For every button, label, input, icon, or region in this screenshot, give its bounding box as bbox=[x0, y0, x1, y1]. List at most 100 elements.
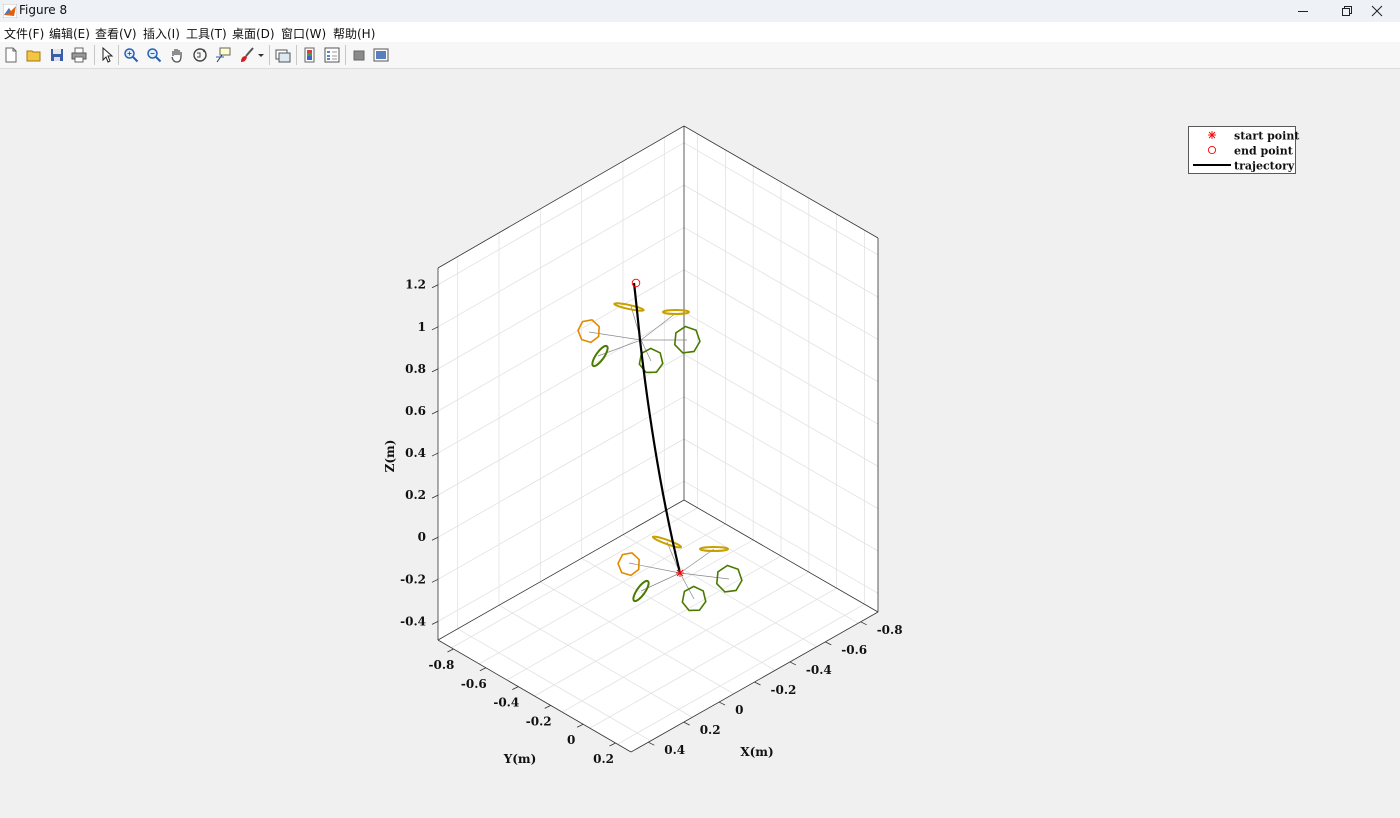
menu-help[interactable]: 帮助(H) bbox=[333, 25, 375, 42]
colorbar-button[interactable] bbox=[301, 46, 319, 64]
restore-icon bbox=[1342, 6, 1352, 16]
x-tick-mark bbox=[860, 621, 867, 626]
y-tick-mark bbox=[609, 742, 616, 747]
y-tick-label: -0.2 bbox=[526, 714, 552, 728]
x-tick-mark bbox=[718, 701, 726, 706]
brush-icon bbox=[241, 47, 254, 62]
z-tick-mark bbox=[431, 452, 439, 457]
hand-icon bbox=[171, 49, 182, 63]
z-tick-label: 0 bbox=[418, 530, 426, 544]
x-tick-label: 0.4 bbox=[664, 743, 685, 757]
brush-button[interactable] bbox=[238, 46, 256, 64]
printer-icon bbox=[71, 47, 87, 63]
legend-icon bbox=[324, 47, 340, 63]
legend-trajectory-label: trajectory bbox=[1234, 160, 1295, 173]
y-axis-label: Y(m) bbox=[503, 752, 537, 766]
new-figure-button[interactable] bbox=[2, 46, 20, 64]
menu-file[interactable]: 文件(F) bbox=[4, 25, 44, 42]
menu-view[interactable]: 查看(V) bbox=[95, 25, 137, 42]
zoom-in-button[interactable] bbox=[122, 46, 140, 64]
z-tick-mark bbox=[431, 284, 439, 289]
z-tick-label: 0.6 bbox=[405, 404, 426, 418]
y-tick-label: -0.8 bbox=[429, 658, 455, 672]
y-tick-label: 0 bbox=[567, 733, 575, 747]
show-plot-tools-button[interactable] bbox=[372, 46, 390, 64]
y-tick-label: -0.4 bbox=[493, 696, 519, 710]
menu-tools[interactable]: 工具(T) bbox=[186, 25, 227, 42]
legend-start-marker bbox=[1208, 131, 1216, 139]
legend[interactable]: start point end point trajectory bbox=[1188, 126, 1301, 174]
grid-layer bbox=[437, 126, 879, 752]
z-tick-label: -0.2 bbox=[400, 572, 426, 586]
close-button[interactable] bbox=[1354, 0, 1400, 22]
toolbar-separator bbox=[118, 45, 119, 65]
link-plot-button[interactable] bbox=[274, 46, 292, 64]
x-axis-label: X(m) bbox=[740, 745, 773, 759]
menu-bar: 文件(F) 编辑(E) 查看(V) 插入(I) 工具(T) 桌面(D) 窗口(W… bbox=[0, 22, 1400, 42]
toolbar-separator bbox=[94, 45, 95, 65]
save-button[interactable] bbox=[48, 46, 66, 64]
legend-end-label: end point bbox=[1234, 145, 1294, 158]
z-tick-mark bbox=[431, 578, 439, 583]
toolbar-separator bbox=[345, 45, 346, 65]
x-tick-mark bbox=[789, 661, 797, 666]
plot-3d[interactable]: -0.4 -0.2 0 0.2 0.4 0.6 0.8 1 1.2 -0.8 -0.6 -0.4 -0.… bbox=[0, 69, 1400, 814]
show-plot-tools-icon bbox=[373, 48, 389, 62]
x-tick-mark bbox=[683, 721, 690, 726]
toolbar-separator bbox=[296, 45, 297, 65]
y-tick-label: 0.2 bbox=[593, 752, 614, 766]
legend-start-label: start point bbox=[1234, 130, 1300, 143]
z-tick-mark bbox=[431, 621, 439, 625]
open-file-button[interactable] bbox=[25, 46, 43, 64]
minimize-button[interactable] bbox=[1280, 0, 1326, 22]
hide-plot-tools-icon bbox=[353, 50, 365, 61]
z-axis-label: Z(m) bbox=[383, 440, 397, 473]
pan-button[interactable] bbox=[168, 46, 186, 64]
title-bar: Figure 8 bbox=[0, 0, 1400, 22]
zoom-out-icon bbox=[147, 48, 162, 63]
x-tick-label: 0 bbox=[735, 703, 743, 717]
link-plot-icon bbox=[275, 49, 291, 63]
z-tick-label: 1.2 bbox=[405, 278, 426, 292]
brush-dropdown[interactable] bbox=[256, 46, 266, 64]
new-file-icon bbox=[5, 47, 17, 63]
close-icon bbox=[1371, 5, 1383, 17]
colorbar-icon bbox=[304, 47, 315, 63]
menu-edit[interactable]: 编辑(E) bbox=[49, 25, 90, 42]
start-point-marker bbox=[676, 569, 684, 577]
z-tick-mark bbox=[431, 494, 439, 499]
y-tick-mark bbox=[576, 723, 584, 728]
window-title: Figure 8 bbox=[19, 3, 68, 17]
select-pointer-button[interactable] bbox=[98, 46, 116, 64]
z-tick-label: 0.2 bbox=[405, 488, 426, 502]
z-tick-label: 1 bbox=[418, 320, 426, 334]
x-tick-label: -0.6 bbox=[841, 643, 867, 657]
zoom-out-button[interactable] bbox=[145, 46, 163, 64]
toolbar-separator bbox=[269, 45, 270, 65]
legend-button[interactable] bbox=[323, 46, 341, 64]
data-cursor-icon bbox=[216, 47, 231, 63]
z-tick-mark bbox=[431, 536, 439, 541]
print-button[interactable] bbox=[70, 46, 88, 64]
x-tick-mark bbox=[754, 681, 761, 686]
z-tick-label: 0.8 bbox=[405, 362, 426, 376]
rotate-3d-button[interactable] bbox=[191, 46, 209, 64]
rotate-3d-icon bbox=[193, 48, 207, 62]
y-tick-label: -0.6 bbox=[461, 677, 487, 691]
menu-window[interactable]: 窗口(W) bbox=[281, 25, 326, 42]
z-tick-label: -0.4 bbox=[400, 614, 426, 628]
z-tick-mark bbox=[431, 410, 439, 415]
chevron-down-icon bbox=[258, 54, 264, 57]
x-tick-label: -0.4 bbox=[806, 663, 832, 677]
menu-insert[interactable]: 插入(I) bbox=[143, 25, 180, 42]
data-cursor-button[interactable] bbox=[214, 46, 232, 64]
z-tick-label: 0.4 bbox=[405, 446, 426, 460]
y-tick-mark bbox=[447, 648, 454, 653]
menu-desktop[interactable]: 桌面(D) bbox=[232, 25, 275, 42]
z-tick-mark bbox=[431, 326, 439, 331]
hide-plot-tools-button[interactable] bbox=[350, 46, 368, 64]
zoom-in-icon bbox=[124, 48, 139, 63]
y-tick-mark bbox=[479, 667, 487, 672]
x-tick-label: 0.2 bbox=[700, 723, 721, 737]
folder-icon bbox=[26, 50, 41, 62]
